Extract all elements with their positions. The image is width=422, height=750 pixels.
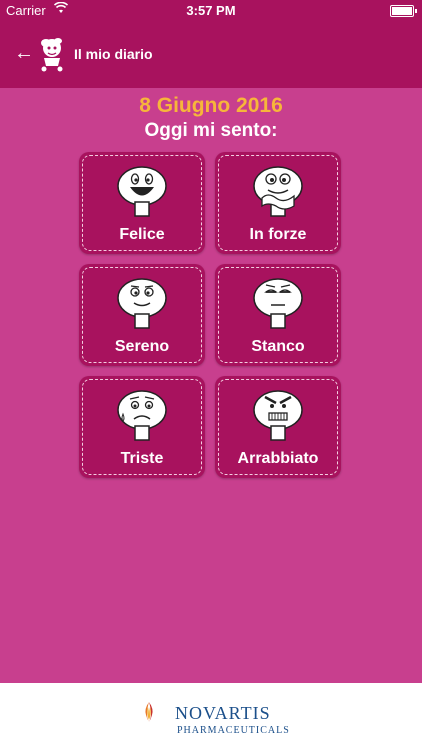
navigation-bar: ← Il mio diario (0, 20, 422, 88)
nav-title: Il mio diario (74, 46, 153, 62)
calm-face-icon (117, 278, 167, 329)
happy-face-icon (117, 166, 167, 217)
mood-label: In forze (249, 226, 307, 243)
mood-stanco-button[interactable]: Stanco (215, 264, 341, 366)
mascot-icon (41, 38, 63, 72)
clock: 3:57 PM (186, 3, 236, 18)
mood-label: Triste (120, 450, 164, 467)
angry-face-icon (253, 390, 303, 441)
mood-label: Stanco (251, 338, 305, 355)
mood-label: Sereno (114, 338, 170, 355)
entry-date: 8 Giugno 2016 (139, 94, 283, 117)
mood-felice-button[interactable]: Felice (79, 152, 205, 254)
mood-label: Arrabbiato (237, 450, 319, 467)
mood-sereno-button[interactable]: Sereno (79, 264, 205, 366)
mood-prompt: Oggi mi sento: (144, 120, 278, 141)
novartis-logo-icon (145, 702, 153, 722)
mood-arrabbiato-button[interactable]: Arrabbiato (215, 376, 341, 478)
footer: NOVARTIS PHARMACEUTICALS (0, 683, 422, 750)
brand-name: NOVARTIS (175, 703, 271, 723)
status-bar: Carrier 3:57 PM (0, 0, 422, 20)
sad-face-icon (117, 390, 167, 441)
battery-icon (390, 5, 417, 17)
brand-subtitle: PHARMACEUTICALS (177, 725, 290, 736)
back-arrow-icon[interactable]: ← (14, 42, 34, 65)
mood-in-forze-button[interactable]: In forze (215, 152, 341, 254)
mood-triste-button[interactable]: Triste (79, 376, 205, 478)
mood-label: Felice (119, 226, 165, 243)
strong-face-icon (253, 166, 303, 217)
tired-face-icon (253, 278, 303, 329)
